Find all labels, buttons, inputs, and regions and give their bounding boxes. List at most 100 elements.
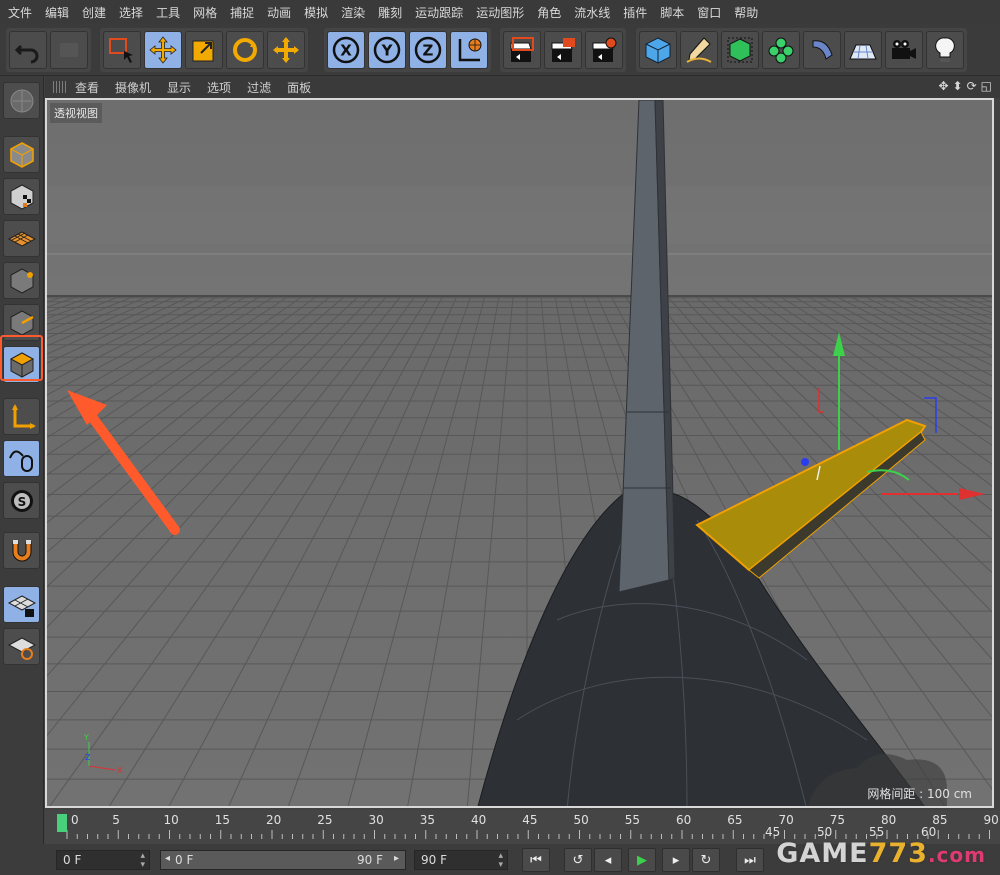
menu-render[interactable]: 渲染 [341,4,365,21]
previous-key-button[interactable]: ↺ [564,848,592,872]
viewport-menu-display[interactable]: 显示 [167,79,191,96]
light-button[interactable] [926,31,964,69]
menu-sculpt[interactable]: 雕刻 [378,4,402,21]
play-icon: ▶ [637,852,647,868]
workplane-lock-button[interactable] [3,586,40,623]
viewport-menu-panel[interactable]: 面板 [287,79,311,96]
scale-icon [192,40,214,62]
menu-script[interactable]: 脚本 [660,4,684,21]
timeline-tick-label: 20 [266,813,282,827]
points-mode-button[interactable] [3,262,40,299]
max-frame-stepper[interactable]: ▴ ▾ [498,852,503,870]
subdivision-surface-button[interactable] [721,31,759,69]
preview-range-slider[interactable]: 0 F 90 F ◂ ▸ [160,850,406,870]
undo-button[interactable] [9,31,47,69]
render-to-picture-viewer-icon [551,38,575,62]
solo-icon: S [10,489,33,512]
toggle-view-icon[interactable]: ◱ [981,79,992,93]
menu-motion-tracker[interactable]: 运动跟踪 [415,4,463,21]
max-frame-field[interactable]: 90 F ▴ ▾ [414,850,508,870]
perspective-viewport[interactable]: Y X Z 透视视图 网格间距 : 100 cm [45,98,994,808]
render-view-button[interactable] [503,31,541,69]
menu-snap[interactable]: 捕捉 [230,4,254,21]
viewport-menu-options[interactable]: 选项 [207,79,231,96]
zoom-icon[interactable]: ⬍ [953,79,963,93]
z-axis-lock-button[interactable]: Z [409,31,447,69]
svg-text:Y: Y [83,733,89,742]
menu-edit[interactable]: 编辑 [45,4,69,21]
grid-spacing-label: 网格间距 : 100 cm [867,787,972,801]
orbit-icon[interactable]: ⟳ [967,79,977,93]
subdivision-surface-icon [727,37,753,63]
workplane-mode-button[interactable] [3,220,40,257]
go-to-start-button[interactable]: ⏮ [522,848,550,872]
viewport-menu-view[interactable]: 查看 [75,79,99,96]
floor-icon [849,44,877,60]
texture-mode-button[interactable] [3,178,40,215]
current-frame-marker[interactable] [57,814,67,832]
cube-object-button[interactable] [639,31,677,69]
menu-pipeline[interactable]: 流水线 [574,4,610,21]
floor-button[interactable] [844,31,882,69]
menu-file[interactable]: 文件 [8,4,32,21]
workplane-align-button[interactable] [3,628,40,665]
timeline-tick-label: 35 [419,813,436,827]
cloner-button[interactable] [762,31,800,69]
solo-mode-button[interactable]: S [3,482,40,519]
viewport-menu-filter[interactable]: 过滤 [247,79,271,96]
svg-text:Z: Z [85,753,91,762]
render-settings-icon [592,37,617,62]
range-start-value: 0 F [175,853,194,867]
play-button[interactable]: ▶ [628,848,656,872]
render-to-picture-viewer-button[interactable] [544,31,582,69]
move-tool-button[interactable] [144,31,182,69]
y-axis-lock-button[interactable]: Y [368,31,406,69]
magnet-icon [12,539,31,561]
menu-select[interactable]: 选择 [119,4,143,21]
pen-spline-button[interactable] [680,31,718,69]
viewport-menu-cameras[interactable]: 摄像机 [115,79,151,96]
current-frame-field[interactable]: 0 F ▴ ▾ [56,850,150,870]
camera-button[interactable] [885,31,923,69]
live-selection-button[interactable] [103,31,141,69]
pan-icon[interactable]: ✥ [938,79,948,93]
menu-tools[interactable]: 工具 [156,4,180,21]
previous-frame-button[interactable]: ◂ [594,848,622,872]
bend-deformer-button[interactable] [803,31,841,69]
next-frame-button[interactable]: ▸ [662,848,690,872]
timeline-overlay-tick-label: 50 [817,825,833,839]
menu-create[interactable]: 创建 [82,4,106,21]
y-axis-icon: Y [373,36,401,64]
tweak-mode-button[interactable] [3,440,40,477]
menu-help[interactable]: 帮助 [734,4,758,21]
menu-simulate[interactable]: 模拟 [304,4,328,21]
points-mode-icon [10,267,33,294]
next-key-button[interactable]: ↻ [692,848,720,872]
scale-tool-button[interactable] [185,31,223,69]
menu-plugins[interactable]: 插件 [623,4,647,21]
menu-mesh[interactable]: 网格 [193,4,217,21]
rotate-tool-button[interactable] [226,31,264,69]
timeline-tick-label: 50 [573,813,589,827]
model-mode-button[interactable] [3,136,40,173]
snap-button[interactable] [3,532,40,569]
workplane-icon [7,230,36,247]
world-coordinates-button[interactable] [450,31,488,69]
recent-tool-button[interactable] [267,31,305,69]
menu-character[interactable]: 角色 [537,4,561,21]
viewport-grip-icon[interactable] [53,81,67,93]
x-axis-lock-button[interactable]: X [327,31,365,69]
max-frame-value: 90 F [421,853,447,867]
redo-button[interactable] [50,31,88,69]
axis-mode-button[interactable] [3,398,40,435]
render-settings-button[interactable] [585,31,623,69]
pen-spline-icon [686,37,712,63]
light-icon [935,37,955,62]
current-frame-stepper[interactable]: ▴ ▾ [140,852,145,870]
undo-icon [14,44,39,64]
menu-animate[interactable]: 动画 [267,4,291,21]
menu-mograph[interactable]: 运动图形 [476,4,524,21]
menu-window[interactable]: 窗口 [697,4,721,21]
make-editable-button[interactable] [3,82,40,119]
go-to-end-button[interactable]: ⏭ [736,848,764,872]
